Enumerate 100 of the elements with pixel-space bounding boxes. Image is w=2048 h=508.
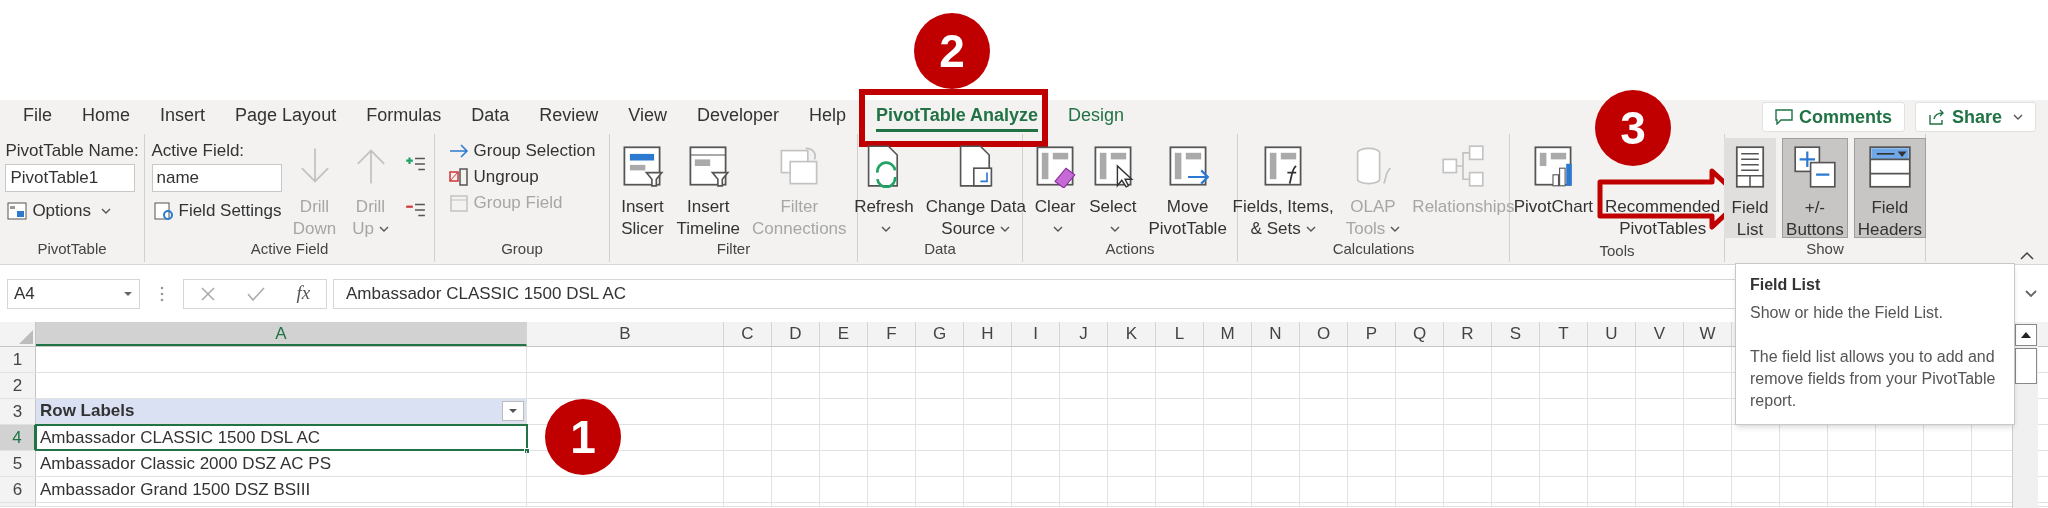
group-label: Group bbox=[500, 239, 544, 259]
column-header[interactable]: A bbox=[36, 322, 527, 346]
row-header[interactable]: 6 bbox=[0, 477, 36, 502]
relationships-icon bbox=[1441, 144, 1486, 188]
input-field[interactable]: PivotTable1 bbox=[5, 164, 136, 192]
ribbon-tab[interactable]: Developer bbox=[696, 102, 779, 132]
row-header[interactable]: 2 bbox=[0, 373, 36, 398]
scroll-thumb[interactable] bbox=[2014, 348, 2037, 384]
tooltip-text: The field list allows you to add and remove fields from your PivotTable report. bbox=[1750, 347, 1997, 411]
checkmark-icon bbox=[247, 285, 266, 302]
fill-handle[interactable] bbox=[524, 448, 530, 454]
cancel-icon bbox=[199, 285, 216, 302]
ribbon-tab[interactable]: Data bbox=[471, 102, 510, 132]
ribbon-tab[interactable]: Insert bbox=[160, 102, 206, 132]
group-label: PivotTable bbox=[36, 239, 108, 259]
ribbon-button[interactable]: Clear bbox=[1030, 138, 1081, 238]
column-header[interactable]: L bbox=[1156, 322, 1204, 346]
ribbon-button[interactable]: Fields, Items, & Sets bbox=[1229, 138, 1337, 238]
ribbon-tab[interactable]: Review bbox=[539, 102, 599, 132]
column-header[interactable]: D bbox=[772, 322, 820, 346]
share-button[interactable]: Share bbox=[1914, 102, 2036, 132]
ribbon-button[interactable]: +/- Buttons bbox=[1782, 138, 1848, 238]
scroll-up-button[interactable] bbox=[2014, 324, 2037, 346]
column-header[interactable]: J bbox=[1060, 322, 1108, 346]
column-header[interactable]: B bbox=[527, 322, 724, 346]
ribbon-button[interactable]: Group Selection bbox=[446, 138, 598, 164]
up-arrow-icon bbox=[2020, 332, 2031, 338]
group-label: Tools bbox=[1598, 241, 1636, 261]
ribbon-button[interactable]: Move PivotTable bbox=[1145, 138, 1230, 238]
share-icon bbox=[1927, 109, 1946, 125]
row-header[interactable]: 4 bbox=[0, 425, 36, 450]
table-cell-text: Row Labels bbox=[40, 400, 135, 423]
insert-function-button[interactable]: fx bbox=[296, 279, 311, 308]
group-label: Filter bbox=[715, 239, 752, 259]
ribbon-tab[interactable]: View bbox=[628, 102, 667, 132]
expand-icon bbox=[2025, 289, 2037, 298]
table-cell-text: Ambassador Grand 1500 DSZ BSIII bbox=[40, 478, 311, 501]
column-header[interactable]: M bbox=[1204, 322, 1252, 346]
column-header[interactable]: G bbox=[916, 322, 964, 346]
group-label: Data bbox=[923, 239, 957, 259]
ribbon-tab[interactable]: Page Layout bbox=[235, 102, 337, 132]
row-header[interactable]: 5 bbox=[0, 451, 36, 476]
column-header[interactable]: U bbox=[1588, 322, 1636, 346]
row-header[interactable]: 1 bbox=[0, 347, 36, 372]
header-icon bbox=[1867, 145, 1912, 189]
group-label: Calculations bbox=[1331, 239, 1416, 259]
ribbon-tab[interactable]: File bbox=[23, 102, 52, 132]
calendar-icon bbox=[448, 193, 469, 213]
column-header[interactable]: O bbox=[1300, 322, 1348, 346]
tooltip-title: Field List bbox=[1750, 275, 1822, 295]
column-header[interactable]: S bbox=[1492, 322, 1540, 346]
group-label: Actions bbox=[1104, 239, 1156, 259]
column-header[interactable]: Q bbox=[1396, 322, 1444, 346]
field-label: Active Field: bbox=[151, 140, 246, 162]
step-badge: 1 bbox=[545, 399, 621, 475]
ribbon-button[interactable]: Insert Timeline bbox=[673, 138, 744, 238]
column-header[interactable]: P bbox=[1348, 322, 1396, 346]
column-header[interactable]: F bbox=[868, 322, 916, 346]
column-header[interactable]: T bbox=[1540, 322, 1588, 346]
table-cell-text: Ambassador CLASSIC 1500 DSL AC bbox=[40, 426, 320, 449]
ungroup-icon bbox=[448, 167, 469, 187]
column-header[interactable]: N bbox=[1252, 322, 1300, 346]
ribbon-tab[interactable]: Design bbox=[1068, 102, 1125, 132]
column-header[interactable]: E bbox=[820, 322, 868, 346]
ribbon-button[interactable]: Field Headers bbox=[1853, 138, 1926, 238]
grip-icon bbox=[160, 285, 164, 302]
column-header[interactable]: C bbox=[724, 322, 772, 346]
column-header[interactable]: W bbox=[1684, 322, 1732, 346]
filter-dropdown-icon bbox=[502, 401, 524, 421]
ribbon-button[interactable]: Options bbox=[5, 198, 139, 224]
table-cell-text: Ambassador Classic 2000 DSZ AC PS bbox=[40, 452, 331, 475]
collapse-ribbon-icon bbox=[2020, 251, 2034, 260]
group-label: Active Field bbox=[249, 239, 330, 259]
ribbon-button[interactable]: Ungroup bbox=[446, 164, 598, 190]
column-header[interactable]: R bbox=[1444, 322, 1492, 346]
name-box[interactable]: A4 bbox=[7, 278, 140, 309]
gear-icon bbox=[153, 201, 174, 221]
column-header[interactable]: I bbox=[1012, 322, 1060, 346]
plus-minus-icon bbox=[1792, 145, 1837, 189]
dropdown-icon bbox=[123, 290, 133, 297]
row-header[interactable]: 3 bbox=[0, 399, 36, 424]
ribbon-button[interactable]: Field List bbox=[1724, 138, 1777, 238]
field-label: PivotTable Name: bbox=[5, 140, 139, 162]
ribbon-button[interactable]: Recommended PivotTables bbox=[1602, 196, 1724, 240]
ribbon-button[interactable]: Insert Slicer bbox=[617, 138, 668, 238]
vertical-scrollbar[interactable] bbox=[2012, 322, 2038, 508]
ribbon-button[interactable]: Refresh bbox=[851, 138, 917, 238]
ribbon-button[interactable]: Change Data Source bbox=[922, 138, 1029, 238]
ribbon-button[interactable]: Field Settings bbox=[151, 198, 284, 224]
column-header[interactable]: H bbox=[964, 322, 1012, 346]
column-header[interactable]: K bbox=[1108, 322, 1156, 346]
ribbon-tab[interactable]: Home bbox=[82, 102, 131, 132]
column-header[interactable]: V bbox=[1636, 322, 1684, 346]
select-all-icon bbox=[19, 330, 33, 344]
input-field[interactable]: name bbox=[151, 164, 282, 192]
comments-button[interactable]: Comments bbox=[1761, 102, 1905, 132]
group-label: Show bbox=[1805, 239, 1845, 259]
ribbon-tab[interactable]: Help bbox=[809, 102, 846, 132]
ribbon-button[interactable]: Select bbox=[1086, 138, 1140, 238]
ribbon-tab[interactable]: Formulas bbox=[366, 102, 442, 132]
